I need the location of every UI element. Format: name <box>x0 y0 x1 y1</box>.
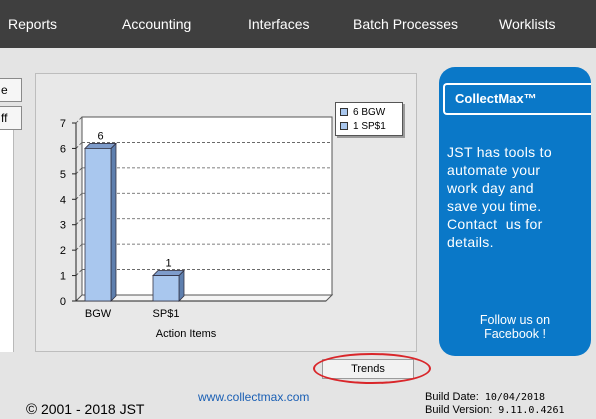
y-tick-label: 6 <box>60 143 66 155</box>
promo-line: JST has tools to <box>447 144 552 160</box>
side-button-1[interactable]: e <box>0 78 22 102</box>
nav-accounting[interactable]: Accounting <box>122 0 191 48</box>
gridline <box>75 142 83 149</box>
x-axis-title: Action Items <box>156 328 217 340</box>
copyright: © 2001 - 2018 JST <box>26 401 144 418</box>
data-label: 6 <box>97 130 103 142</box>
legend-label: 6 BGW <box>353 107 386 118</box>
top-navigation: Reports Accounting Interfaces Batch Proc… <box>0 0 596 48</box>
follow-line: Follow us on <box>479 313 551 327</box>
copyright-text: 2001 - 2018 JST <box>40 401 145 417</box>
bar-top <box>152 270 185 276</box>
gridline <box>75 116 83 124</box>
collectmax-panel: CollectMax™ JST has tools to automate yo… <box>439 67 591 356</box>
side-button-2[interactable]: ff <box>0 106 22 130</box>
y-tick-label: 1 <box>60 271 66 283</box>
promo-line: automate your <box>447 162 541 178</box>
legend-entry-sp1: 1 SP$1 <box>340 121 386 133</box>
facebook-follow-link[interactable]: Follow us on Facebook ! <box>439 313 591 341</box>
gridline <box>75 243 83 251</box>
gridline <box>75 193 83 200</box>
y-tick-label: 7 <box>60 118 66 130</box>
category-label: BGW <box>85 308 112 320</box>
collectmax-website-link[interactable]: www.collectmax.com <box>198 390 309 404</box>
gridline <box>75 167 83 175</box>
data-label: 1 <box>165 258 171 270</box>
build-version: Build Version: 9.11.0.4261 <box>425 404 565 416</box>
nav-batch-processes[interactable]: Batch Processes <box>353 0 458 48</box>
build-date: Build Date: 10/04/2018 <box>425 391 545 403</box>
promo-line: details. <box>447 234 494 250</box>
follow-line: Facebook ! <box>484 327 546 341</box>
y-tick-label: 5 <box>60 169 66 181</box>
build-date-value: 10/04/2018 <box>484 392 546 403</box>
nav-reports[interactable]: Reports <box>8 0 57 48</box>
left-panel <box>0 130 14 352</box>
copyright-icon: © <box>26 401 38 418</box>
bar-top <box>84 143 117 149</box>
nav-worklists[interactable]: Worklists <box>499 0 556 48</box>
chart-legend: 6 BGW 1 SP$1 <box>335 102 403 136</box>
trends-button[interactable]: Trends <box>322 359 414 379</box>
bar-sp1 <box>152 275 180 302</box>
collectmax-promo-text: JST has tools to automate your work day … <box>447 143 587 251</box>
bar-side <box>110 142 117 302</box>
category-label: SP$1 <box>153 308 180 320</box>
gridline <box>75 269 83 276</box>
y-tick-label: 3 <box>60 220 66 232</box>
chart-back-wall <box>81 116 333 296</box>
legend-swatch <box>340 108 348 116</box>
promo-line: work day and <box>447 180 534 196</box>
promo-line: Contact us for <box>447 216 543 232</box>
nav-interfaces[interactable]: Interfaces <box>248 0 309 48</box>
build-version-value: 9.11.0.4261 <box>498 405 565 416</box>
build-date-label: Build Date: <box>425 391 479 403</box>
legend-label: 1 SP$1 <box>353 121 386 132</box>
chart-y-ticks: 0 1 2 3 4 5 6 7 <box>60 118 76 308</box>
promo-line: save you time. <box>447 198 542 214</box>
y-tick-label: 2 <box>60 245 66 257</box>
legend-entry-bgw: 6 BGW <box>340 107 385 119</box>
gridline <box>75 218 83 225</box>
bar-bgw <box>84 148 112 302</box>
build-version-label: Build Version: <box>425 404 493 416</box>
collectmax-header: CollectMax™ <box>443 83 591 115</box>
collectmax-title: CollectMax™ <box>455 91 537 106</box>
y-tick-label: 0 <box>60 296 66 308</box>
y-tick-label: 4 <box>60 194 66 206</box>
legend-swatch <box>340 122 348 130</box>
